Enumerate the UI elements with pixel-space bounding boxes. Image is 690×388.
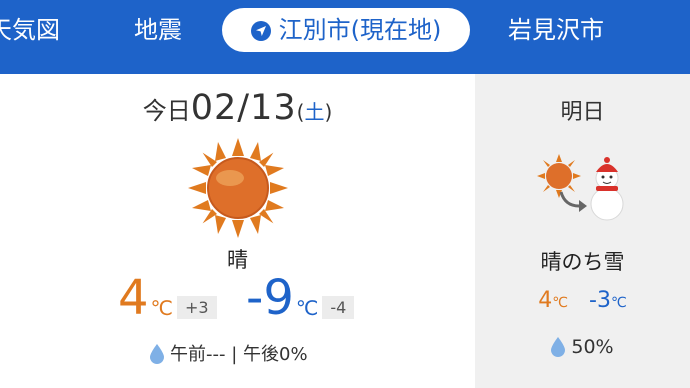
today-low-diff-badge: -4: [322, 296, 355, 319]
today-high-unit: ℃: [150, 296, 174, 320]
tomorrow-low-value: -3: [589, 288, 611, 313]
tomorrow-label: 明日: [560, 100, 605, 125]
paren-close: ): [324, 100, 333, 124]
today-forecast-panel: 今日02/13(土) 晴 4 ℃ +3 -9 ℃ -4 午前--- | 午後0%: [0, 74, 475, 388]
raindrop-icon: [551, 337, 566, 357]
tomorrow-temps: 4℃ -3℃: [475, 288, 690, 313]
today-precipitation: 午前--- | 午後0%: [150, 340, 308, 366]
tomorrow-high-value: 4: [538, 288, 553, 313]
tomorrow-low-unit: ℃: [610, 295, 627, 311]
tab-earthquake[interactable]: 地震: [134, 0, 182, 60]
today-low-temp: -9 ℃ -4: [246, 270, 355, 326]
today-high-temp: 4 ℃ +3: [118, 272, 217, 324]
today-date-heading: 今日02/13(土): [0, 88, 475, 128]
today-high-value: 4: [118, 270, 149, 326]
sun-icon: [188, 138, 288, 238]
tab-current-label: 江別市(現在地): [278, 16, 442, 44]
tomorrow-high-unit: ℃: [552, 295, 569, 311]
location-arrow-icon: [250, 21, 271, 41]
today-low-value: -9: [246, 270, 294, 326]
sun-then-snowman-icon: [537, 154, 624, 221]
tomorrow-precip-text: 50%: [571, 336, 614, 358]
today-label: 今日: [142, 97, 191, 125]
today-low-unit: ℃: [295, 296, 319, 320]
region-tab-bar: 天気図 地震 江別市(現在地) 岩見沢市: [0, 0, 690, 74]
tomorrow-forecast-panel[interactable]: 明日 晴のち雪 4℃ -3℃ 50%: [475, 74, 690, 388]
today-high-diff-badge: +3: [177, 296, 217, 319]
tab-current-location[interactable]: 江別市(現在地): [222, 8, 470, 52]
tomorrow-precipitation: 50%: [475, 336, 690, 358]
tomorrow-condition: 晴のち雪: [540, 250, 625, 274]
today-condition: 晴: [227, 248, 248, 272]
tab-weather-map[interactable]: 天気図: [0, 0, 60, 60]
tab-iwamizawa[interactable]: 岩見沢市: [508, 0, 604, 60]
tab-next-partial[interactable]: [676, 0, 690, 60]
today-day-of-week: 土: [304, 100, 325, 124]
today-date: 02/13: [190, 88, 297, 128]
raindrop-icon: [150, 344, 164, 364]
today-precip-text: 午前--- | 午後0%: [170, 344, 308, 365]
